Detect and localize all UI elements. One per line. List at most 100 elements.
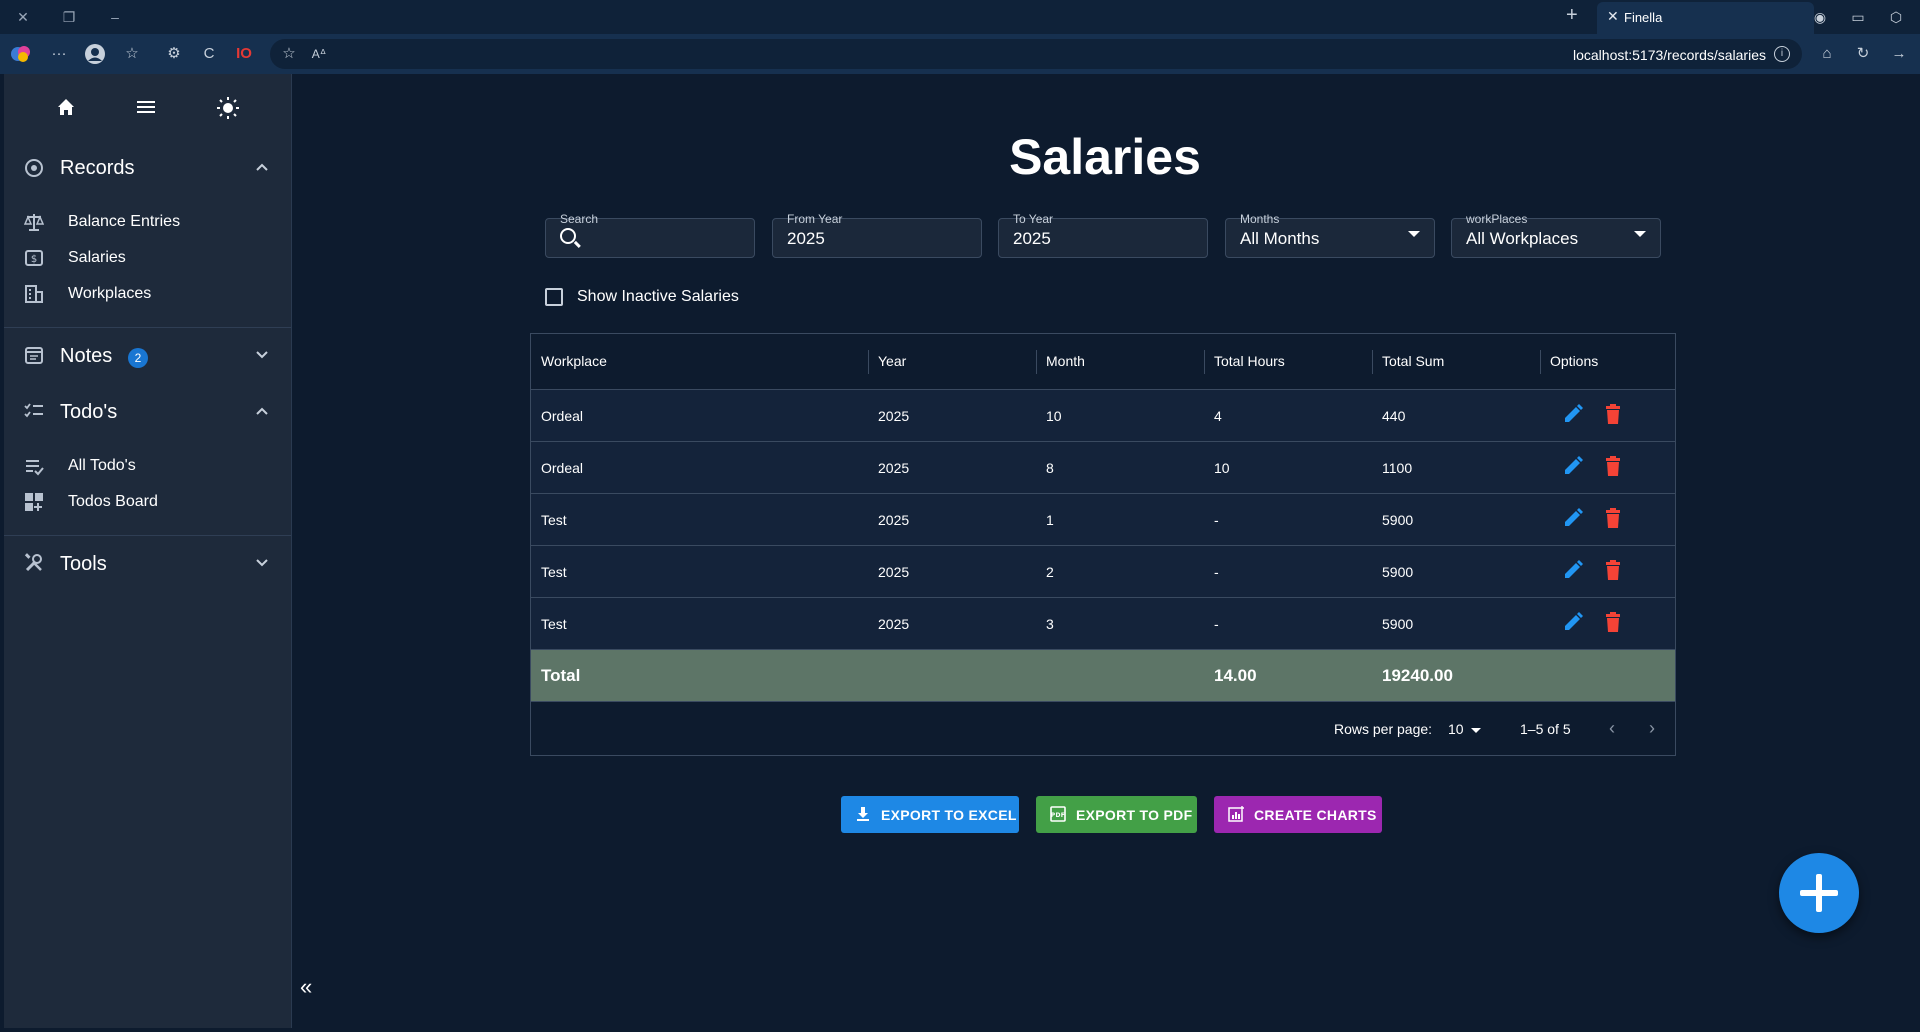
column-header-year[interactable]: Year [878,353,906,369]
previous-page-icon[interactable]: ‹ [1609,718,1615,739]
edit-icon[interactable] [1562,403,1584,425]
column-header-total-hours[interactable]: Total Hours [1214,353,1285,369]
chevron-down-icon[interactable] [250,345,274,369]
cell-month: 10 [1046,408,1062,424]
cell-year: 2025 [878,564,910,580]
sidebar-section-label: Tools [60,553,107,575]
column-divider[interactable] [1204,350,1205,374]
edit-icon[interactable] [1562,455,1584,477]
sidebar-item-label: Balance Entries [68,213,181,230]
months-label: Months [1240,212,1280,226]
home-icon[interactable]: ⌂ [1816,43,1838,65]
delete-icon[interactable] [1602,403,1624,425]
delete-icon[interactable] [1602,455,1624,477]
table-row[interactable]: Ordeal 2025 8 10 1100 [531,442,1675,494]
cell-total-sum: 440 [1382,408,1406,424]
workspaces-icon[interactable]: ⬡ [1886,7,1906,27]
rows-per-page-select[interactable]: 10 [1448,721,1464,737]
forward-icon[interactable]: → [1888,43,1910,65]
window-restore-icon[interactable]: ❐ [58,6,80,28]
favorites-icon[interactable]: ☆ [121,43,143,65]
extension-icon[interactable]: C [198,43,220,65]
refresh-icon[interactable]: ↻ [1852,43,1874,65]
column-header-workplace[interactable]: Workplace [541,353,607,369]
sidebar-section-notes[interactable]: Notes 2 [4,335,292,379]
menu-icon[interactable] [132,96,160,124]
theme-toggle-icon[interactable] [214,96,242,124]
chevron-up-icon[interactable] [250,401,274,425]
building-icon [22,284,46,304]
search-input[interactable]: Search [545,212,755,258]
delete-icon[interactable] [1602,559,1624,581]
table-row[interactable]: Test 2025 1 - 5900 [531,494,1675,546]
sidebar-section-tools[interactable]: Tools [4,543,292,587]
column-divider[interactable] [1036,350,1037,374]
table-row[interactable]: Ordeal 2025 10 4 440 [531,390,1675,442]
window-minimize-icon[interactable]: – [104,6,126,28]
cell-total-sum: 5900 [1382,512,1414,528]
address-bar[interactable]: ☆ Aᐞ localhost:5173/records/salaries i [270,39,1802,69]
chevron-up-icon[interactable] [250,157,274,181]
more-icon[interactable]: ··· [48,43,70,65]
browser-tab[interactable]: ✕ Finella [1597,2,1814,34]
tools-icon [22,553,46,577]
to-year-value: 2025 [1013,229,1051,248]
sidebar-item-workplaces[interactable]: Workplaces [4,277,292,311]
sidebar-item-all-todos[interactable]: All Todo's [4,449,292,483]
favorite-star-icon[interactable]: ☆ [278,43,300,65]
sidebar-item-salaries[interactable]: $ Salaries [4,241,292,275]
profile-icon[interactable] [84,43,106,65]
sidebar: Records Balance Entries $ Salaries Workp… [4,74,292,1028]
column-divider[interactable] [868,350,869,374]
tab-close-icon[interactable]: ✕ [1607,8,1619,25]
cell-year: 2025 [878,408,910,424]
sidebar-item-todos-board[interactable]: Todos Board [4,485,292,519]
copilot-icon[interactable]: ◉ [1810,7,1830,27]
collapse-sidebar-icon[interactable]: « [300,974,312,1000]
edit-icon[interactable] [1562,507,1584,529]
column-header-total-sum[interactable]: Total Sum [1382,353,1444,369]
column-divider[interactable] [1372,350,1373,374]
delete-icon[interactable] [1602,507,1624,529]
add-salary-button[interactable] [1779,853,1859,933]
salaries-table: Workplace Year Month Total Hours Total S… [530,333,1676,756]
edit-icon[interactable] [1562,611,1584,633]
table-row[interactable]: Test 2025 2 - 5900 [531,546,1675,598]
workplaces-select[interactable]: workPlaces All Workplaces [1451,212,1661,258]
extension-badge[interactable]: IO [233,43,255,65]
new-tab-icon[interactable]: + [1566,4,1578,27]
delete-icon[interactable] [1602,611,1624,633]
cell-month: 1 [1046,512,1054,528]
sidebar-section-todos[interactable]: Todo's [4,391,292,435]
table-row[interactable]: Test 2025 3 - 5900 [531,598,1675,650]
next-page-icon[interactable]: › [1649,718,1655,739]
to-year-field[interactable]: To Year 2025 [998,212,1208,258]
cell-month: 2 [1046,564,1054,580]
search-label: Search [560,212,599,226]
chevron-down-icon[interactable] [250,553,274,577]
extensions-icon[interactable]: ⚙ [163,43,185,65]
sidebar-section-records[interactable]: Records [4,147,292,191]
pagination-range: 1–5 of 5 [1520,721,1571,737]
export-excel-button[interactable]: EXPORT TO EXCEL [841,796,1019,833]
sidebar-item-balance-entries[interactable]: Balance Entries [4,205,292,239]
show-inactive-checkbox[interactable] [545,288,563,306]
create-charts-button[interactable]: CREATE CHARTS [1214,796,1382,833]
sidebar-divider [4,535,291,536]
edge-logo-icon[interactable] [10,43,32,65]
rows-per-page-arrow-icon[interactable] [1471,728,1481,733]
months-select[interactable]: Months All Months [1225,212,1435,258]
total-label: Total [541,666,581,685]
export-pdf-button[interactable]: PDF EXPORT TO PDF [1036,796,1197,833]
edit-icon[interactable] [1562,559,1584,581]
column-header-month[interactable]: Month [1046,353,1085,369]
window-close-icon[interactable]: ✕ [12,6,34,28]
table-header: Workplace Year Month Total Hours Total S… [531,334,1675,390]
read-aloud-icon[interactable]: Aᐞ [308,43,330,65]
from-year-field[interactable]: From Year 2025 [772,212,982,258]
home-icon[interactable] [52,96,80,124]
site-info-icon[interactable]: i [1774,46,1790,62]
url-text[interactable]: localhost:5173/records/salaries [1573,47,1766,63]
tab-actions-icon[interactable]: ▭ [1848,7,1868,27]
column-divider[interactable] [1540,350,1541,374]
